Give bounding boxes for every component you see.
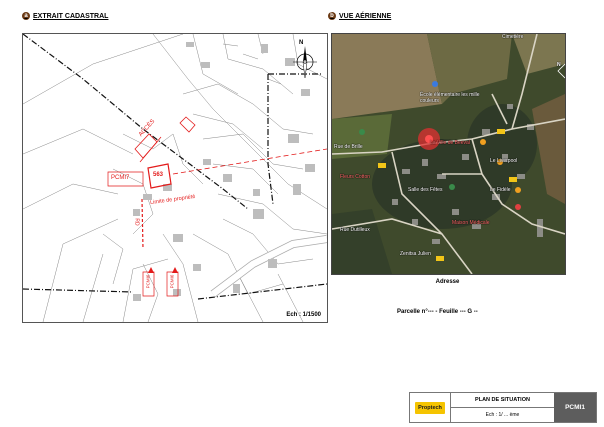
north-letter: N (299, 40, 304, 46)
cadastral-drawing (23, 34, 327, 322)
salle-label: Salle des Fêtes (408, 187, 443, 193)
cadastral-section-title: a EXTRAIT CADASTRAL (22, 12, 108, 20)
ville-label: La Ville de Beeval (430, 140, 470, 146)
liverpool-label: Le Liverpool (490, 158, 518, 164)
fidele-label: Le Fidèle (490, 187, 511, 193)
cadastral-title-text: EXTRAIT CADASTRAL (33, 12, 109, 20)
parcel-number: 563 (153, 172, 164, 178)
aerial-north-letter: N (557, 62, 561, 68)
parcelle-line: Parcelle n°--- - Feuille --- G -- (397, 309, 478, 315)
aerial-map: École élémentaire les mille couleurs La … (331, 33, 566, 275)
adresse-label: Adresse (435, 279, 460, 285)
pcmi7-label: PCMI7 (111, 175, 130, 181)
section-badge-a: a (22, 12, 30, 20)
rue-bottom-label: Rue Dutilleux (340, 227, 370, 233)
school-label: École élémentaire les mille couleurs (420, 92, 480, 104)
plan-title: PLAN DE SITUATION (451, 393, 554, 408)
aerial-section-title: b VUE AÉRIENNE (328, 12, 391, 20)
plan-scale: Ech : 1/ ... ème (485, 412, 520, 418)
pcmi6-label-left: PCMI6 (145, 274, 151, 289)
cadastral-map: 563 PCMI7 ACCÈS Limite de propriété RD P… (22, 33, 328, 323)
fleurs-label: Fleurs Cotton (340, 174, 371, 180)
rue-left-label: Rue de Brille (334, 144, 363, 150)
title-block: Proptech PLAN DE SITUATION Ech : 1/ ... … (409, 392, 597, 423)
cemetery-label: Cimetière (502, 34, 524, 40)
aerial-drawing (332, 34, 565, 274)
north-arrow-icon (293, 46, 317, 79)
road-rd-label: RD (133, 218, 140, 226)
plan-code: PCMI1 (554, 393, 596, 422)
maison-label: Maison Médicale (452, 220, 490, 226)
pcmi6-label-right: PCMI6 (169, 274, 175, 289)
proptech-logo: Proptech (415, 401, 445, 414)
zenitsa-label: Zenitsa Julien (400, 251, 431, 257)
cadastral-scale: Ech : 1/1500 (286, 312, 321, 318)
section-badge-b: b (328, 12, 336, 20)
logo-cell: Proptech (410, 393, 451, 422)
title-block-middle: PLAN DE SITUATION Ech : 1/ ... ème (451, 393, 554, 422)
aerial-title-text: VUE AÉRIENNE (339, 12, 392, 20)
